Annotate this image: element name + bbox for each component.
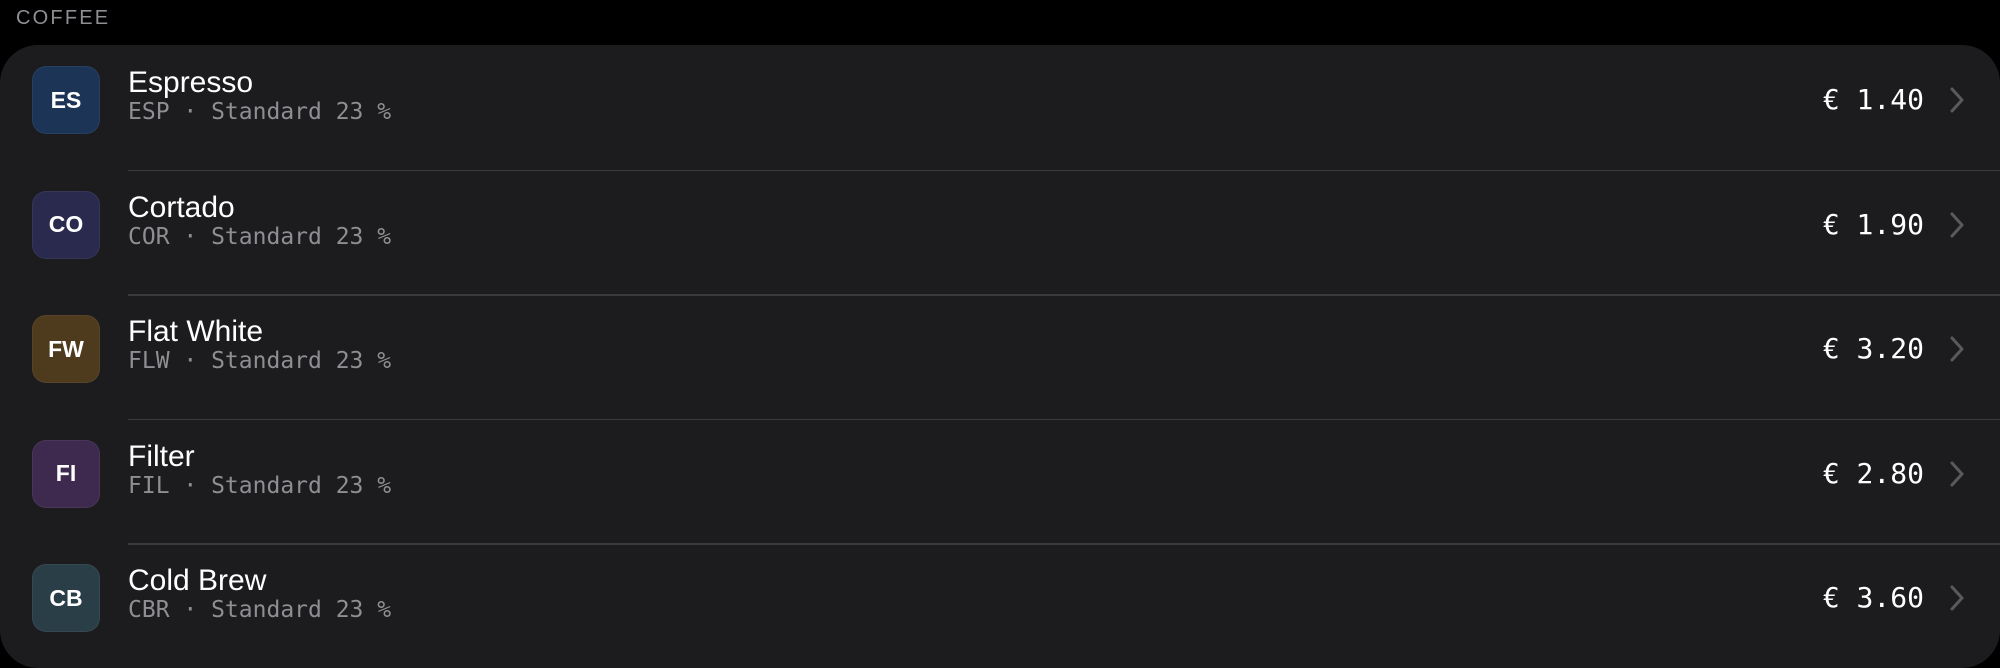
product-row-filter[interactable]: FI Filter FIL · Standard 23 % € 2.80 bbox=[0, 418, 2000, 544]
product-price: € 1.40 bbox=[1822, 83, 1924, 116]
product-name: Flat White bbox=[128, 315, 264, 349]
chevron-right-icon bbox=[1946, 208, 1968, 242]
product-row-cold-brew[interactable]: CB Cold Brew CBR · Standard 23 % € 3.60 bbox=[0, 543, 2000, 668]
product-name: Filter bbox=[128, 439, 195, 473]
product-meta: COR · Standard 23 % bbox=[128, 223, 392, 250]
chevron-right-icon bbox=[1946, 332, 1968, 366]
product-meta: FLW · Standard 23 % bbox=[128, 348, 392, 375]
product-avatar: ES bbox=[32, 66, 100, 134]
product-price: € 2.80 bbox=[1822, 456, 1924, 490]
section-header-coffee: COFFEE bbox=[16, 7, 111, 29]
product-meta: ESP · Standard 23 % bbox=[128, 99, 392, 125]
product-avatar: CB bbox=[32, 564, 100, 633]
product-name: Cortado bbox=[128, 190, 235, 224]
chevron-right-icon bbox=[1946, 581, 1968, 615]
product-row-flat-white[interactable]: FW Flat White FLW · Standard 23 % € 3.20 bbox=[0, 294, 2000, 419]
product-row-cortado[interactable]: CO Cortado COR · Standard 23 % € 1.90 bbox=[0, 169, 2000, 295]
product-price: € 3.60 bbox=[1822, 581, 1924, 615]
product-row-espresso[interactable]: ES Espresso ESP · Standard 23 % € 1.40 bbox=[0, 45, 2000, 170]
product-avatar: FI bbox=[32, 439, 100, 508]
product-name: Espresso bbox=[128, 66, 254, 99]
product-meta: CBR · Standard 23 % bbox=[128, 597, 392, 624]
product-avatar: FW bbox=[32, 315, 100, 384]
product-price: € 1.90 bbox=[1822, 207, 1924, 241]
chevron-right-icon bbox=[1946, 457, 1968, 491]
product-avatar: CO bbox=[32, 190, 100, 259]
product-list: ES Espresso ESP · Standard 23 % € 1.40 C… bbox=[0, 45, 2000, 668]
chevron-right-icon bbox=[1946, 83, 1968, 117]
product-name: Cold Brew bbox=[128, 564, 267, 598]
product-meta: FIL · Standard 23 % bbox=[128, 472, 392, 499]
product-price: € 3.20 bbox=[1822, 332, 1924, 366]
